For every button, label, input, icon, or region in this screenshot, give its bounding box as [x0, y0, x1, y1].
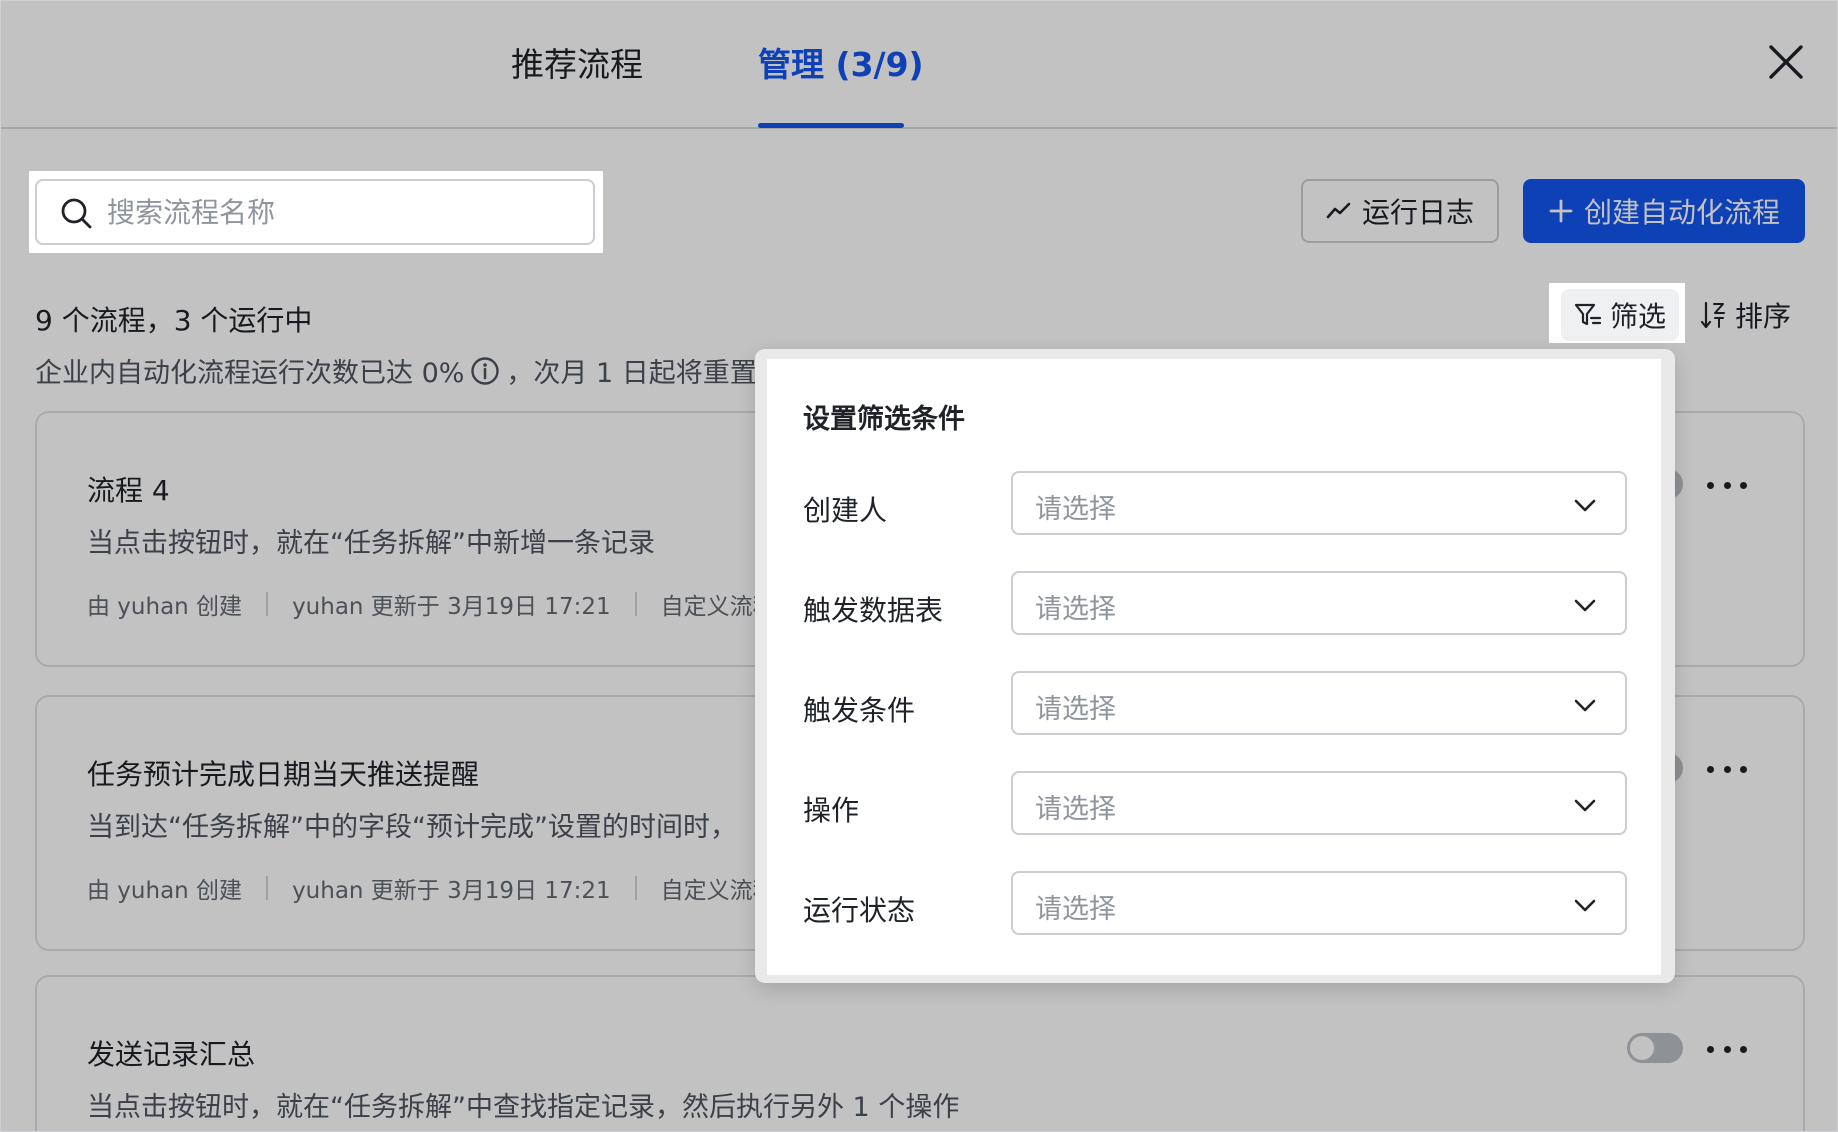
filter-label: 筛选 [1609, 300, 1666, 333]
sort-label: 排序 [1735, 300, 1792, 333]
select-placeholder: 请选择 [1035, 894, 1116, 925]
flow-updated: yuhan 更新于 3月19日 17:21 [292, 594, 611, 620]
flow-description: 当点击按钮时，就在“任务拆解”中新增一条记录 [87, 528, 655, 559]
filter-button[interactable]: 筛选 [1561, 289, 1679, 341]
automation-manager-window: 推荐流程 管理 (3/9) 运行日志 创建自动化流程 9 个流程，3 个运行中 … [0, 0, 1838, 1132]
select-placeholder: 请选择 [1035, 494, 1116, 525]
filter-label-trigger-condition: 触发条件 [803, 694, 916, 727]
flow-meta: 由 yuhan 创建 yuhan 更新于 3月19日 17:21 自定义流程 [87, 587, 776, 621]
tab-recommended[interactable]: 推荐流程 [511, 45, 643, 85]
more-dots-icon [1723, 765, 1731, 773]
more-dots-icon [1707, 765, 1714, 773]
sort-icon [1701, 301, 1725, 329]
filter-select-trigger-table[interactable]: 请选择 [1011, 571, 1627, 635]
sort-button[interactable]: 排序 [1701, 289, 1801, 341]
flow-count-summary: 9 个流程，3 个运行中 [35, 304, 313, 337]
create-automation-label: 创建自动化流程 [1583, 196, 1780, 229]
more-dots-icon [1723, 481, 1731, 489]
quota-text: 企业内自动化流程运行次数已达 0% [35, 358, 465, 389]
chevron-down-icon [1574, 899, 1596, 912]
select-placeholder: 请选择 [1035, 694, 1116, 725]
header: 推荐流程 管理 (3/9) [1, 1, 1837, 129]
more-dots-icon [1740, 1045, 1747, 1053]
close-button[interactable] [1765, 41, 1807, 83]
divider [634, 876, 637, 900]
flow-toggle[interactable] [1627, 1033, 1683, 1063]
select-placeholder: 请选择 [1035, 594, 1116, 625]
select-placeholder: 请选择 [1035, 794, 1116, 825]
chevron-down-icon [1574, 599, 1596, 612]
filter-select-creator[interactable]: 请选择 [1011, 471, 1627, 535]
flow-title: 发送记录汇总 [87, 1038, 256, 1071]
run-log-button[interactable]: 运行日志 [1301, 179, 1499, 243]
tab-manage[interactable]: 管理 (3/9) [758, 45, 924, 85]
create-automation-button[interactable]: 创建自动化流程 [1523, 179, 1805, 243]
filter-label-run-status: 运行状态 [803, 894, 916, 927]
trend-line-icon [1326, 202, 1351, 219]
quota-reset-text: ，次月 1 日起将重置 [506, 358, 757, 389]
filter-label-trigger-table: 触发数据表 [803, 594, 944, 627]
more-dots-icon [1707, 481, 1714, 489]
flow-description: 当到达“任务拆解”中的字段“预计完成”设置的时间时， [87, 812, 737, 843]
search-icon [61, 198, 92, 229]
more-options-button[interactable] [1707, 759, 1747, 779]
search-box-highlighted[interactable] [35, 179, 595, 245]
more-dots-icon [1740, 481, 1747, 489]
filter-popup: 设置筛选条件 创建人 请选择 触发数据表 请选择 触发条件 请选择 操作 请选择… [767, 359, 1661, 975]
flow-creator: 由 yuhan 创建 [87, 878, 243, 904]
filter-label-creator: 创建人 [803, 494, 888, 527]
more-options-button[interactable] [1707, 475, 1747, 495]
quota-notice: 企业内自动化流程运行次数已达 0% ，次月 1 日起将重置 [35, 351, 757, 390]
info-icon[interactable] [470, 356, 500, 386]
divider [266, 876, 269, 900]
divider [266, 592, 269, 616]
filter-popup-title: 设置筛选条件 [803, 404, 965, 435]
more-dots-icon [1707, 1045, 1714, 1053]
run-log-label: 运行日志 [1361, 196, 1474, 229]
flow-card[interactable]: 发送记录汇总 当点击按钮时，就在“任务拆解”中查找指定记录，然后执行另外 1 个… [35, 975, 1805, 1131]
flow-title: 流程 4 [87, 474, 170, 507]
filter-label-action: 操作 [803, 794, 860, 827]
chevron-down-icon [1574, 799, 1596, 812]
flow-description: 当点击按钮时，就在“任务拆解”中查找指定记录，然后执行另外 1 个操作 [87, 1092, 960, 1123]
flow-creator: 由 yuhan 创建 [87, 594, 243, 620]
more-options-button[interactable] [1707, 1039, 1747, 1059]
active-tab-indicator [758, 123, 904, 128]
flow-title: 任务预计完成日期当天推送提醒 [87, 758, 480, 791]
chevron-down-icon [1574, 499, 1596, 512]
more-dots-icon [1740, 765, 1747, 773]
chevron-down-icon [1574, 699, 1596, 712]
plus-icon [1549, 199, 1573, 223]
close-icon [1769, 45, 1803, 79]
filter-select-trigger-condition[interactable]: 请选择 [1011, 671, 1627, 735]
more-dots-icon [1723, 1045, 1731, 1053]
filter-icon [1574, 303, 1602, 326]
flow-meta: 由 yuhan 创建 yuhan 更新于 3月19日 17:21 自定义流程 [87, 871, 776, 905]
filter-select-run-status[interactable]: 请选择 [1011, 871, 1627, 935]
search-input[interactable] [107, 189, 577, 235]
divider [634, 592, 637, 616]
filter-select-action[interactable]: 请选择 [1011, 771, 1627, 835]
flow-updated: yuhan 更新于 3月19日 17:21 [292, 878, 611, 904]
